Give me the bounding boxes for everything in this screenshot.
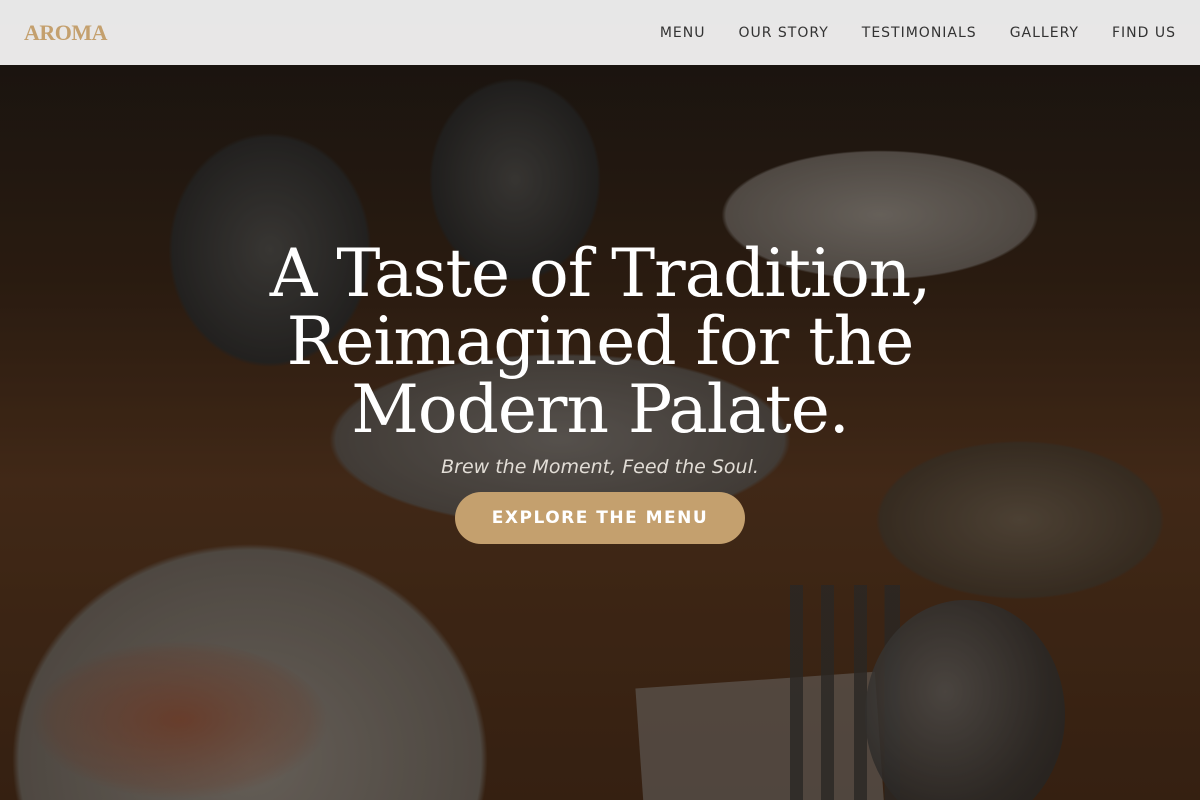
nav-item-gallery[interactable]: GALLERY — [1010, 25, 1079, 41]
nav-item-testimonials[interactable]: TESTIMONIALS — [862, 25, 977, 41]
fork — [790, 585, 900, 800]
hero-headline: A Taste of Tradition, Reimagined for the… — [269, 235, 932, 448]
plate-decoration — [30, 640, 330, 800]
napkin — [635, 671, 885, 800]
brand-logo[interactable]: AROMA — [24, 20, 108, 46]
nav-item-find-us[interactable]: FIND US — [1112, 25, 1176, 41]
hero-tagline: Brew the Moment, Feed the Soul. — [441, 456, 759, 478]
top-navbar: AROMA MENU OUR STORY TESTIMONIALS GALLER… — [0, 0, 1200, 65]
nav-item-menu[interactable]: MENU — [660, 25, 706, 41]
explore-menu-button[interactable]: EXPLORE THE MENU — [455, 492, 745, 544]
main-nav: MENU OUR STORY TESTIMONIALS GALLERY FIND… — [660, 25, 1176, 41]
hero-section: A Taste of Tradition, Reimagined for the… — [0, 240, 1200, 544]
spoon — [865, 600, 1065, 800]
nav-item-our-story[interactable]: OUR STORY — [738, 25, 828, 41]
